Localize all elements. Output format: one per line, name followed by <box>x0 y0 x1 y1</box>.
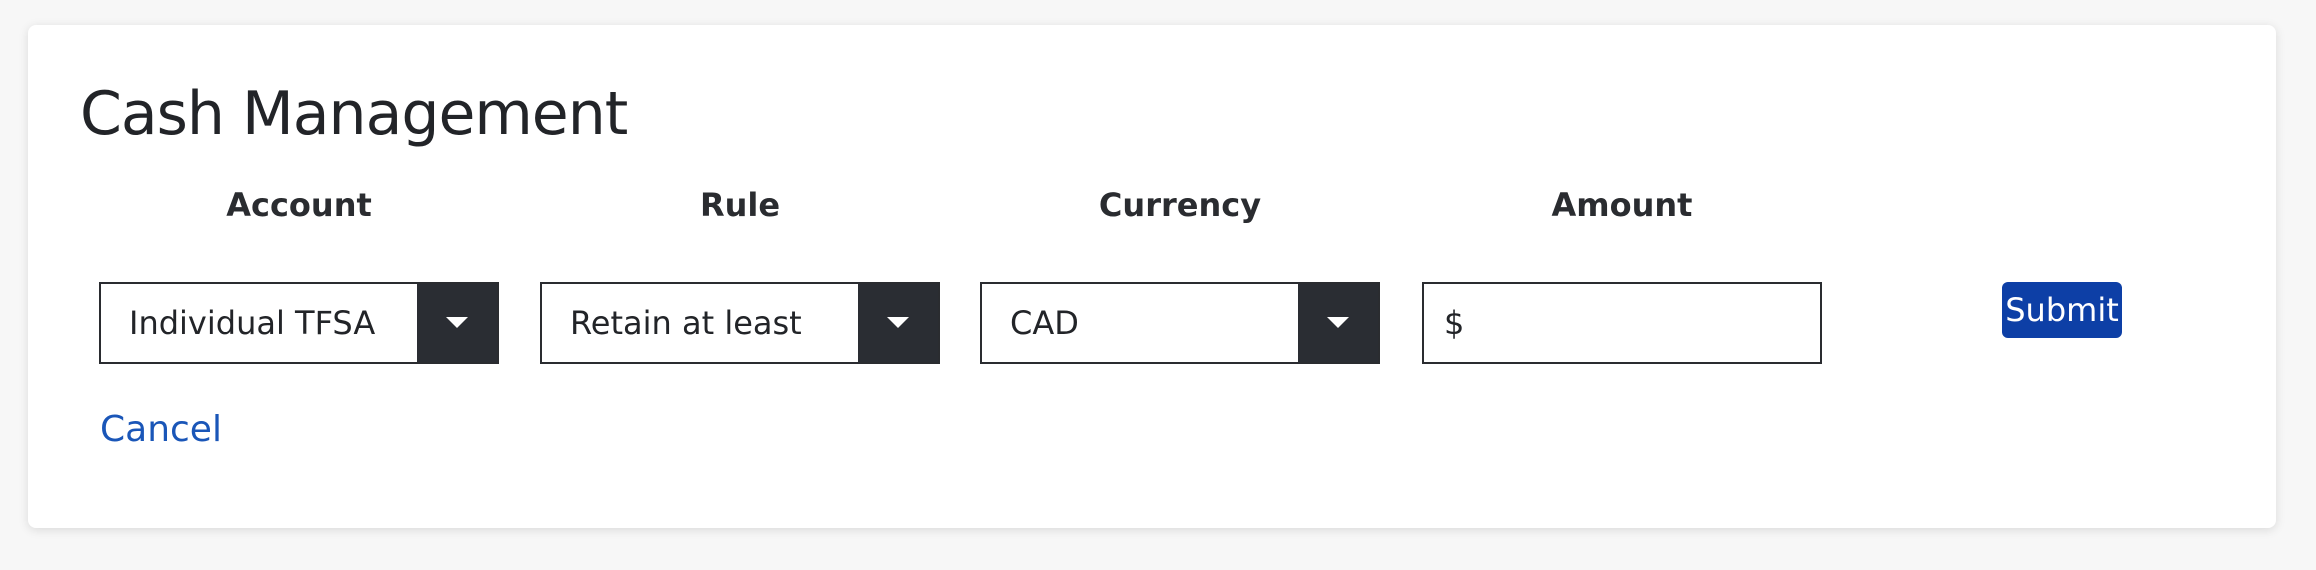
rule-select-value: Retain at least <box>570 304 802 342</box>
currency-select-value: CAD <box>1010 304 1079 342</box>
account-select[interactable]: Individual TFSA <box>99 282 499 364</box>
submit-button[interactable]: Submit <box>2002 282 2122 338</box>
account-select-value: Individual TFSA <box>129 304 376 342</box>
account-dropdown-toggle[interactable] <box>417 284 497 362</box>
amount-label: Amount <box>1551 186 1693 224</box>
currency-label: Currency <box>1098 186 1262 224</box>
currency-dropdown-toggle[interactable] <box>1298 284 1378 362</box>
amount-input[interactable] <box>1464 287 1874 359</box>
page-title: Cash Management <box>80 79 628 149</box>
caret-down-icon <box>887 317 909 328</box>
rule-select[interactable]: Retain at least <box>540 282 940 364</box>
currency-select[interactable]: CAD <box>980 282 1380 364</box>
dollar-prefix: $ <box>1444 304 1465 342</box>
caret-down-icon <box>446 317 468 328</box>
account-label: Account <box>226 186 372 224</box>
amount-field[interactable]: $ <box>1422 282 1874 364</box>
rule-dropdown-toggle[interactable] <box>858 284 938 362</box>
caret-down-icon <box>1327 317 1349 328</box>
cancel-link[interactable]: Cancel <box>100 408 222 452</box>
rule-label: Rule <box>699 186 781 224</box>
